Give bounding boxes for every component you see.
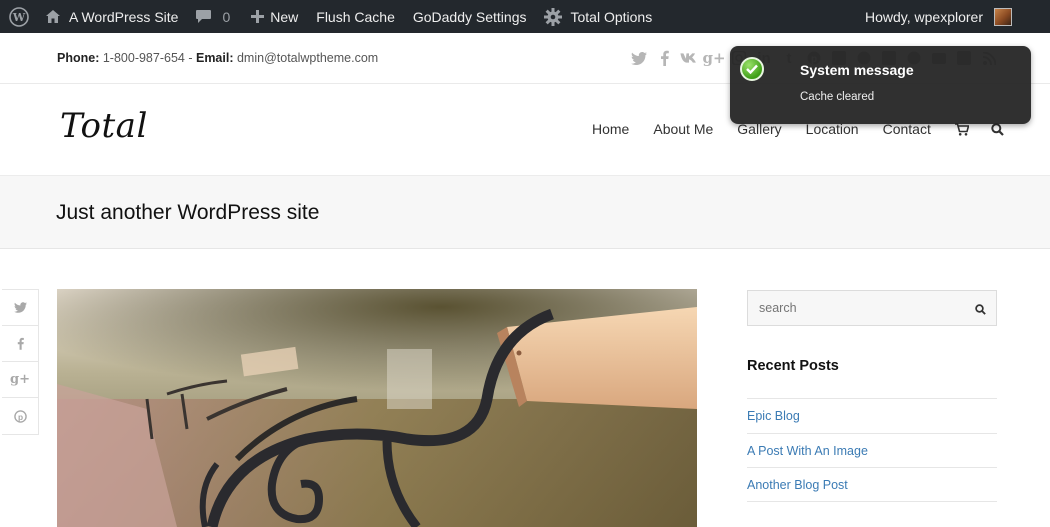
system-notification[interactable]: System message Cache cleared <box>730 46 1031 124</box>
site-logo[interactable]: Total <box>60 106 148 146</box>
nav-home[interactable]: Home <box>592 121 629 137</box>
wordpress-menu[interactable]: W <box>0 0 39 33</box>
godaddy-settings-button[interactable]: GoDaddy Settings <box>404 0 536 33</box>
success-check-icon <box>740 57 764 81</box>
recent-post-link[interactable]: Another Blog Post <box>747 467 997 502</box>
comments-count: 0 <box>222 8 231 25</box>
notification-title: System message <box>800 62 914 78</box>
svg-text:p: p <box>17 411 22 421</box>
site-name-menu[interactable]: A WordPress Site <box>39 0 187 33</box>
facebook-icon[interactable] <box>655 49 673 67</box>
cart-icon[interactable] <box>954 122 969 136</box>
phone-number: 1-800-987-654 <box>102 51 185 65</box>
email-address[interactable]: dmin@totalwptheme.com <box>237 51 378 65</box>
site-name-label: A WordPress Site <box>69 8 179 25</box>
total-options-label: Total Options <box>570 8 653 25</box>
wordpress-icon: W <box>9 6 29 27</box>
howdy-greeting: Howdy, wpexplorer <box>864 8 983 25</box>
my-account-menu[interactable]: Howdy, wpexplorer <box>865 0 1050 33</box>
share-pinterest-icon[interactable]: p <box>2 398 38 434</box>
avatar <box>994 7 1012 26</box>
comment-icon <box>195 9 212 24</box>
vk-icon[interactable] <box>680 49 698 67</box>
home-icon <box>45 9 61 24</box>
plus-icon <box>251 10 265 23</box>
nav-about-me[interactable]: About Me <box>653 121 713 137</box>
comments-menu[interactable]: 0 <box>187 0 242 33</box>
svg-text:W: W <box>12 11 26 24</box>
admin-bar: W A WordPress Site 0 New Flush Cache GoD… <box>0 0 1050 33</box>
sidebar-search <box>747 290 997 326</box>
recent-post-link[interactable]: A Post With An Image <box>747 432 997 468</box>
new-content-menu[interactable]: New <box>242 0 307 33</box>
twitter-icon[interactable] <box>630 49 648 67</box>
social-share-bar: g+ p <box>2 289 39 435</box>
godaddy-settings-label: GoDaddy Settings <box>412 8 527 25</box>
contact-separator: - <box>188 51 196 65</box>
phone-label: Phone: <box>57 51 100 65</box>
share-twitter-icon[interactable] <box>2 290 38 326</box>
notification-message: Cache cleared <box>800 91 875 103</box>
total-options-menu[interactable]: Total Options <box>535 0 661 33</box>
flush-cache-button[interactable]: Flush Cache <box>307 0 404 33</box>
email-label: Email: <box>195 51 234 65</box>
gear-icon <box>544 7 563 26</box>
page-header: Just another WordPress site <box>0 175 1050 249</box>
header-search-icon[interactable] <box>991 122 1004 136</box>
share-facebook-icon[interactable] <box>2 326 38 362</box>
flush-cache-label: Flush Cache <box>316 8 395 25</box>
recent-posts-heading: Recent Posts <box>747 358 839 374</box>
search-input[interactable] <box>748 291 958 325</box>
contact-info: Phone: 1-800-987-654 - Email: dmin@total… <box>57 51 378 65</box>
share-google-plus-icon[interactable]: g+ <box>2 362 38 398</box>
search-icon[interactable] <box>975 302 986 320</box>
featured-image[interactable] <box>57 289 697 527</box>
recent-posts-list: Epic Blog A Post With An Image Another B… <box>747 398 997 502</box>
page-title: Just another WordPress site <box>56 201 320 224</box>
google-plus-icon[interactable]: g+ <box>702 49 725 67</box>
recent-post-link[interactable]: Epic Blog <box>747 398 997 433</box>
new-label: New <box>270 8 299 25</box>
